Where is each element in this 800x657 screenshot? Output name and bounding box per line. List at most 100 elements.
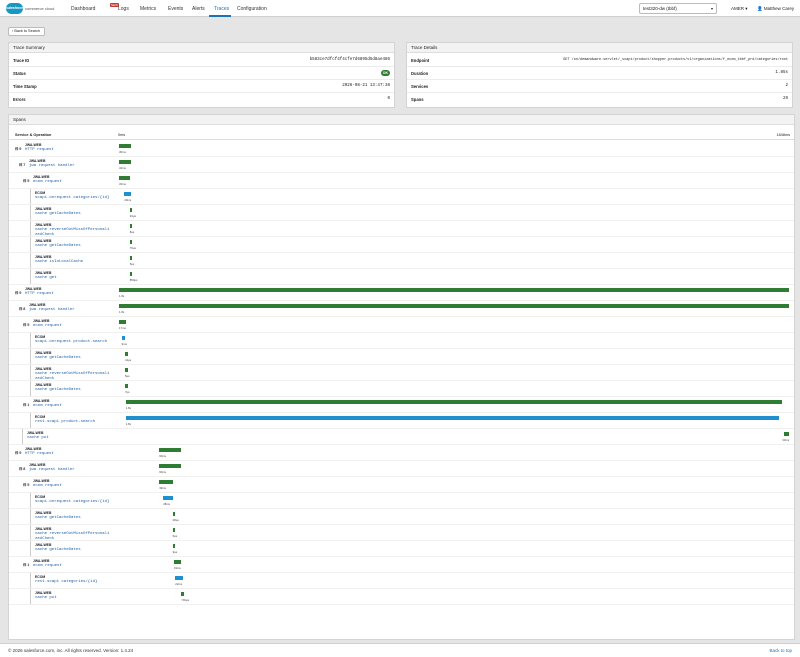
span-operation-link[interactable]: ecom request xyxy=(33,484,62,488)
span-row[interactable]: JWA-WEB cache getCacheDates 9µs xyxy=(9,541,794,557)
span-operation-link[interactable]: rest.scapi categories/{id} xyxy=(35,580,97,584)
span-row[interactable]: JWA-WEB cache reverseOutMissOfPersonalize… xyxy=(9,221,794,237)
span-operation-link[interactable]: cache getCacheDates xyxy=(35,516,81,520)
span-operation-link[interactable]: scapi.onrequest product-search xyxy=(35,340,107,344)
span-operation-link[interactable]: HTTP request xyxy=(25,148,54,152)
span-duration-bar[interactable] xyxy=(124,192,132,196)
span-duration-bar[interactable] xyxy=(172,544,176,548)
nav-logs[interactable]: Logs xyxy=(118,6,129,12)
span-duration-bar[interactable] xyxy=(119,160,132,164)
collapse-toggle-icon[interactable]: ⊟ 5 xyxy=(23,322,29,327)
span-row[interactable]: ECOM scapi.onrequest categories/{id} 20ms xyxy=(9,189,794,205)
collapse-toggle-icon[interactable]: ⊟ 7 xyxy=(19,162,25,167)
collapse-toggle-icon[interactable]: ⊟ 9 xyxy=(15,450,21,455)
span-duration-bar[interactable] xyxy=(129,256,133,260)
span-row[interactable]: ⊟ 9 JWA-WEB HTTP request 36ms xyxy=(9,141,794,157)
span-operation-link[interactable]: cache put xyxy=(35,596,57,600)
span-duration-bar[interactable] xyxy=(159,480,174,484)
collapse-toggle-icon[interactable]: ⊟ 9 xyxy=(15,290,21,295)
span-duration-bar[interactable] xyxy=(119,304,789,308)
span-duration-bar[interactable] xyxy=(125,384,128,388)
span-operation-link[interactable]: jwa request handler xyxy=(29,468,75,472)
span-operation-link[interactable]: cache getCacheDates xyxy=(35,388,81,392)
span-duration-bar[interactable] xyxy=(119,144,132,148)
span-duration-bar[interactable] xyxy=(125,352,128,356)
nav-dashboard[interactable]: Dashboard xyxy=(71,6,95,12)
span-duration-bar[interactable] xyxy=(129,224,133,228)
span-row[interactable]: JWA-WEB cache reverseOutMissOfPersonalize… xyxy=(9,365,794,381)
span-operation-link[interactable]: cache getCacheDates xyxy=(35,548,81,552)
span-row[interactable]: ⊟ 8 JWA-WEB jwa request handler 60ms xyxy=(9,461,794,477)
collapse-toggle-icon[interactable]: ⊟ 5 xyxy=(23,482,29,487)
span-operation-link[interactable]: cache get xyxy=(35,276,57,280)
salesforce-logo[interactable]: salesforce xyxy=(6,3,23,14)
span-operation-link[interactable]: ecom request xyxy=(33,324,62,328)
span-duration-bar[interactable] xyxy=(172,528,176,532)
span-row[interactable]: JWA-WEB cache reverseOutMissOfPersonalize… xyxy=(9,525,794,541)
region-selector[interactable]: AMER ▾ xyxy=(731,6,748,12)
span-duration-bar[interactable] xyxy=(129,272,133,276)
span-row[interactable]: JWA-WEB cache get 850µs xyxy=(9,269,794,285)
span-row[interactable]: ECOM rest.scapi product-search 1.8s xyxy=(9,413,794,429)
span-row[interactable]: ⊟ 7 JWA-WEB jwa request handler 34ms xyxy=(9,157,794,173)
span-operation-link[interactable]: rest.scapi product-search xyxy=(35,420,95,424)
collapse-toggle-icon[interactable]: ⊟ 5 xyxy=(23,178,29,183)
span-duration-bar[interactable] xyxy=(175,576,183,580)
span-duration-bar[interactable] xyxy=(159,448,182,452)
span-row[interactable]: ECOM rest.scapi categories/{id} 22ms xyxy=(9,573,794,589)
span-row[interactable]: JWA-WEB cache getCacheDates 28µs xyxy=(9,509,794,525)
span-operation-link[interactable]: ecom request xyxy=(33,564,62,568)
span-operation-link[interactable]: scapi.onrequest categories/{id} xyxy=(35,196,109,200)
span-row[interactable]: ECOM scapi.onrequest categories/{id} 28ms xyxy=(9,493,794,509)
span-operation-link[interactable]: cache reverseOutMissOfPersonalizedCheck xyxy=(35,372,110,381)
span-duration-bar[interactable] xyxy=(181,592,184,596)
span-duration-bar[interactable] xyxy=(119,176,131,180)
span-duration-bar[interactable] xyxy=(125,400,783,404)
nav-events[interactable]: Events xyxy=(168,6,183,12)
span-row[interactable]: ⊟ 8 JWA-WEB jwa request handler 1.8s xyxy=(9,301,794,317)
span-operation-link[interactable]: cache reverseOutMissOfPersonalizedCheck xyxy=(35,228,110,237)
span-operation-link[interactable]: HTTP request xyxy=(25,292,54,296)
nav-configuration[interactable]: Configuration xyxy=(237,6,267,12)
span-row[interactable]: ⊟ 9 JWA-WEB HTTP request 60ms xyxy=(9,445,794,461)
span-operation-link[interactable]: jwa request handler xyxy=(29,164,75,168)
span-duration-bar[interactable] xyxy=(163,496,174,500)
collapse-toggle-icon[interactable]: ⊟ 1 xyxy=(23,562,29,567)
span-operation-link[interactable]: scapi.onrequest categories/{id} xyxy=(35,500,109,504)
user-menu[interactable]: 👤 Matthew Carey xyxy=(757,6,794,12)
span-duration-bar[interactable] xyxy=(129,208,133,212)
span-duration-bar[interactable] xyxy=(125,416,779,420)
span-duration-bar[interactable] xyxy=(129,240,133,244)
back-to-search-button[interactable]: ‹ Back to Search xyxy=(8,27,45,36)
span-operation-link[interactable]: cache isInLocalCache xyxy=(35,260,83,264)
span-operation-link[interactable]: ecom request xyxy=(33,180,62,184)
span-duration-bar[interactable] xyxy=(159,464,182,468)
span-duration-bar[interactable] xyxy=(125,368,128,372)
span-row[interactable]: JWA-WEB cache isInLocalCache 5µs xyxy=(9,253,794,269)
span-operation-link[interactable]: cache reverseOutMissOfPersonalizedCheck xyxy=(35,532,110,541)
span-operation-link[interactable]: jwa request handler xyxy=(29,308,75,312)
span-duration-bar[interactable] xyxy=(119,320,126,324)
span-operation-link[interactable]: ecom request xyxy=(33,404,62,408)
span-operation-link[interactable]: cache put xyxy=(27,436,49,440)
span-duration-bar[interactable] xyxy=(173,560,182,564)
span-duration-bar[interactable] xyxy=(172,512,176,516)
span-row[interactable]: ⊟ 9 JWA-WEB HTTP request 1.8s xyxy=(9,285,794,301)
back-to-top-link[interactable]: Back to top xyxy=(769,648,792,653)
span-row[interactable]: ⊟ 5 JWA-WEB ecom request 17ms xyxy=(9,317,794,333)
span-operation-link[interactable]: HTTP request xyxy=(25,452,54,456)
collapse-toggle-icon[interactable]: ⊟ 1 xyxy=(23,402,29,407)
span-row[interactable]: ⊟ 1 JWA-WEB ecom request 1.8s xyxy=(9,397,794,413)
span-row[interactable]: JWA-WEB cache getCacheDates 7µs xyxy=(9,381,794,397)
collapse-toggle-icon[interactable]: ⊟ 8 xyxy=(19,306,25,311)
span-row[interactable]: JWA-WEB cache getCacheDates 79µs xyxy=(9,237,794,253)
span-row[interactable]: JWA-WEB cache put 33ms xyxy=(9,429,794,445)
collapse-toggle-icon[interactable]: ⊟ 8 xyxy=(19,466,25,471)
collapse-toggle-icon[interactable]: ⊟ 9 xyxy=(15,146,21,151)
nav-traces[interactable]: Traces xyxy=(214,6,229,12)
span-row[interactable]: JWA-WEB cache put 749µs xyxy=(9,589,794,605)
span-row[interactable]: ⊟ 5 JWA-WEB ecom request 33ms xyxy=(9,173,794,189)
span-row[interactable]: ⊟ 5 JWA-WEB ecom request 39ms xyxy=(9,477,794,493)
nav-metrics[interactable]: Metrics xyxy=(140,6,156,12)
span-row[interactable]: JWA-WEB cache getCacheDates 94µs xyxy=(9,205,794,221)
